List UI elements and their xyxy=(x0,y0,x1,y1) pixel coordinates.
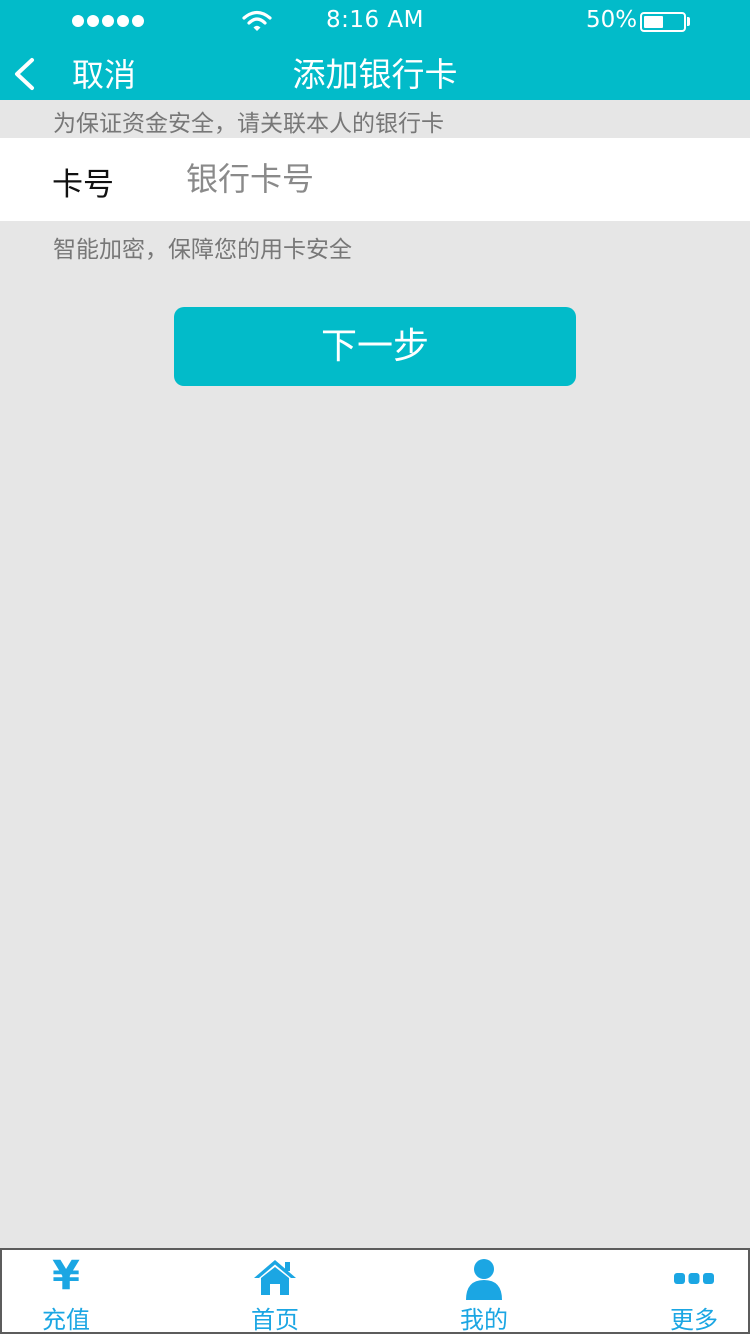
status-time: 8:16 AM xyxy=(325,7,425,33)
battery-icon xyxy=(640,12,686,32)
tab-mine[interactable]: 我的 xyxy=(434,1250,534,1334)
more-dots-icon xyxy=(674,1273,714,1284)
home-icon xyxy=(254,1260,296,1295)
encryption-hint: 智能加密，保障您的用卡安全 xyxy=(53,237,352,263)
page-title: 添加银行卡 xyxy=(292,55,458,94)
tab-recharge[interactable]: ¥ 充值 xyxy=(16,1250,116,1334)
battery-percent: 50% xyxy=(586,7,638,33)
user-icon xyxy=(466,1259,502,1300)
next-step-button[interactable]: 下一步 xyxy=(174,307,576,386)
battery-tip xyxy=(687,17,690,26)
tab-home[interactable]: 首页 xyxy=(225,1250,325,1334)
status-bar: 8:16 AM 50% xyxy=(0,0,750,42)
card-number-label: 卡号 xyxy=(52,167,114,203)
tab-more-label: 更多 xyxy=(670,1306,718,1334)
add-bank-card-screen: 8:16 AM 50% 取消 添加银行卡 为保证资金安全，请关联本人的银行卡 卡… xyxy=(0,0,750,1334)
battery-level xyxy=(644,16,663,28)
tab-bar: ¥ 充值 首页 我的 更多 xyxy=(0,1248,750,1334)
tab-more[interactable]: 更多 xyxy=(644,1250,744,1334)
tab-home-label: 首页 xyxy=(251,1306,299,1334)
tab-recharge-label: 充值 xyxy=(42,1306,90,1334)
nav-bar: 取消 添加银行卡 xyxy=(0,42,750,100)
tab-mine-label: 我的 xyxy=(460,1306,508,1334)
card-number-input[interactable] xyxy=(186,152,706,206)
yen-icon: ¥ xyxy=(52,1253,80,1299)
header: 8:16 AM 50% 取消 添加银行卡 xyxy=(0,0,750,100)
security-hint: 为保证资金安全，请关联本人的银行卡 xyxy=(53,111,444,137)
card-number-row: 卡号 xyxy=(0,138,750,221)
